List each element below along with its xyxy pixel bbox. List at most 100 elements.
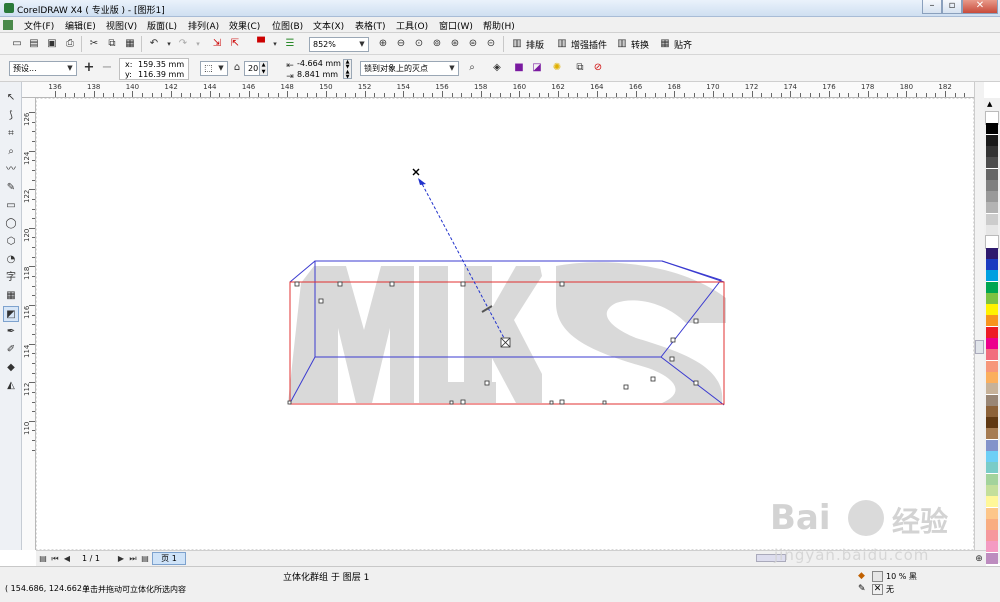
redo-icon[interactable]: ↷ [176,37,190,51]
zoom-all-icon[interactable]: ⊚ [430,37,444,51]
open-icon[interactable]: ▤ [27,37,41,51]
x-position-field[interactable]: 159.35 mm [138,60,184,69]
add-page-after-icon[interactable]: ▤ [138,552,152,566]
import-icon[interactable]: ⇲ [210,37,224,51]
vanishing-point-marker[interactable] [412,168,420,176]
zoom-out-icon[interactable]: ⊖ [394,37,408,51]
interactive-fill-tool-icon[interactable]: ◭ [3,378,19,394]
color-swatch[interactable] [986,417,998,430]
node-handle[interactable] [623,384,629,390]
color-swatch[interactable] [986,191,998,204]
node-handle[interactable] [559,399,565,405]
copy-icon[interactable]: ⧉ [105,37,119,51]
extruded-text-group[interactable] [288,262,726,403]
color-swatch[interactable] [986,451,998,463]
minimize-button[interactable]: – [922,0,942,14]
undo-icon[interactable]: ↶ [147,37,161,51]
node-handle[interactable] [460,281,466,287]
node-handle[interactable] [318,298,324,304]
shape-tool-icon[interactable]: ⟆ [3,108,19,124]
color-swatch[interactable] [986,168,998,181]
enhance-plugin-button[interactable]: 增强插件 [571,38,607,51]
node-handle[interactable] [549,400,554,405]
basic-shapes-tool-icon[interactable]: ◔ [3,252,19,268]
chevron-down-icon[interactable]: ▼ [447,63,457,74]
color-swatch[interactable] [986,123,998,136]
application-launcher-icon[interactable]: ▀ [254,37,268,51]
menu-view[interactable]: 视图(V) [106,19,137,32]
chevron-down-icon[interactable]: ▼ [357,39,367,50]
node-handle[interactable] [602,400,607,405]
close-button[interactable]: ✕ [962,0,998,14]
color-swatch[interactable] [986,315,998,328]
color-swatch[interactable] [986,473,998,486]
add-preset-icon[interactable]: + [82,61,96,75]
menu-table[interactable]: 表格(T) [355,19,386,32]
node-handle[interactable] [294,281,300,287]
drawing-canvas[interactable] [36,98,974,550]
layout-plugin-button[interactable]: 排版 [526,38,544,51]
color-swatch[interactable] [986,439,998,452]
pick-tool-icon[interactable]: ↖ [3,90,19,106]
vanishing-point-y-field[interactable]: 8.841 mm [297,70,338,79]
convert-plugin-icon[interactable]: ▥ [615,37,629,51]
export-icon[interactable]: ⇱ [228,37,242,51]
zoom-page-icon[interactable]: ⊛ [448,37,462,51]
node-handle[interactable] [693,380,699,386]
paste-icon[interactable]: ▦ [123,37,137,51]
color-swatch[interactable] [985,235,999,250]
color-swatch[interactable] [986,281,998,294]
color-swatch[interactable] [986,202,998,215]
menu-text[interactable]: 文本(X) [313,19,344,32]
polygon-tool-icon[interactable]: ⬡ [3,234,19,250]
copy-extrude-icon[interactable]: ⧉ [573,61,587,75]
menu-arrange[interactable]: 排列(A) [188,19,219,32]
zoom-selected-icon[interactable]: ⊙ [412,37,426,51]
new-document-icon[interactable]: ▭ [10,37,24,51]
color-swatch[interactable] [986,371,998,384]
preset-dropdown[interactable]: 预设... ▼ [9,61,77,76]
text-tool-icon[interactable]: 字 [3,270,19,286]
node-handle[interactable] [484,380,490,386]
color-swatch[interactable] [986,247,998,260]
eyedropper-tool-icon[interactable]: ✒ [3,324,19,340]
node-handle[interactable] [650,376,656,382]
snap-plugin-button[interactable]: 贴齐 [674,38,692,51]
color-swatch[interactable] [985,111,999,125]
convert-plugin-button[interactable]: 转换 [631,38,649,51]
save-icon[interactable]: ▣ [45,37,59,51]
node-handle[interactable] [337,281,343,287]
rectangle-tool-icon[interactable]: ▭ [3,198,19,214]
table-tool-icon[interactable]: ▦ [3,288,19,304]
snap-plugin-icon[interactable]: ▦ [658,37,672,51]
zoom-in-icon[interactable]: ⊕ [376,37,390,51]
color-swatch[interactable] [986,258,998,271]
cut-icon[interactable]: ✂ [87,37,101,51]
node-handle[interactable] [693,318,699,324]
menu-tools[interactable]: 工具(O) [396,19,428,32]
color-swatch[interactable] [986,428,998,441]
color-swatch[interactable] [986,326,998,339]
print-icon[interactable]: ⎙ [63,37,77,51]
menu-help[interactable]: 帮助(H) [483,19,515,32]
page-tab[interactable]: 页 1 [152,552,186,565]
layout-plugin-icon[interactable]: ▥ [510,37,524,51]
vp-locked-icon[interactable]: ⌕ [465,61,479,75]
extrude-color-icon[interactable]: ■ [512,61,526,75]
vanishing-point-mode-dropdown[interactable]: 锁到对象上的灭点 ▼ [360,61,459,76]
vertical-scrollbar[interactable] [974,82,984,552]
color-swatch[interactable] [986,179,998,192]
node-handle[interactable] [669,356,675,362]
scrollbar-thumb[interactable] [975,340,984,354]
node-handle[interactable] [460,399,466,405]
extrude-center-handle[interactable] [500,337,511,348]
palette-scroll-up-icon[interactable]: ▲ [987,100,992,108]
node-handle[interactable] [670,337,676,343]
zoom-tool-icon[interactable]: ⌕ [3,144,19,160]
extrusion-type-dropdown[interactable]: ⬚ ▼ [200,61,228,76]
crop-tool-icon[interactable]: ⌗ [3,126,19,142]
undo-dropdown-icon[interactable]: ▾ [162,37,176,51]
interactive-extrude-tool-icon[interactable]: ◩ [3,306,19,322]
menu-layout[interactable]: 版面(L) [147,19,177,32]
menu-window[interactable]: 窗口(W) [439,19,473,32]
